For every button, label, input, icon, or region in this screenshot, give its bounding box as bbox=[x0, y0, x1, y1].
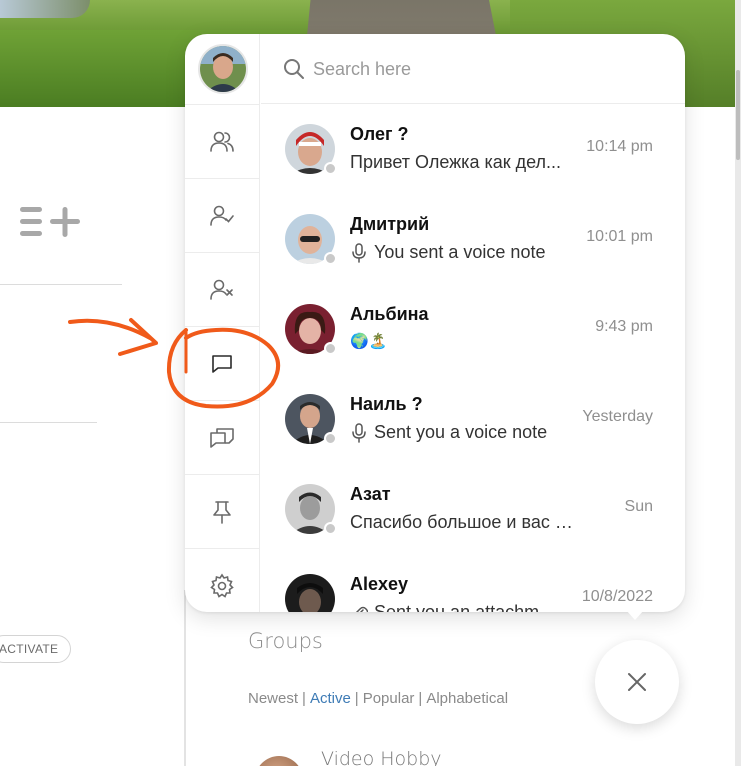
sidebar-item-pinned[interactable] bbox=[185, 474, 259, 548]
message-time: 9:43 pm bbox=[595, 318, 653, 335]
friends-blocked-icon bbox=[210, 279, 233, 300]
conversation-item[interactable]: Альбина 🌍🏝️ 9:43 pm bbox=[261, 284, 685, 374]
divider bbox=[0, 284, 122, 285]
page-scrollbar[interactable] bbox=[735, 0, 741, 766]
settings-icon bbox=[210, 573, 234, 598]
annotation-arrow bbox=[68, 318, 152, 340]
activate-button[interactable]: ACTIVATE bbox=[0, 635, 72, 663]
status-dot bbox=[324, 522, 337, 535]
group-name[interactable]: Video Hobby bbox=[321, 748, 442, 766]
contact-name: Альбина bbox=[350, 304, 429, 324]
message-time: Yesterday bbox=[582, 408, 653, 425]
column-divider bbox=[184, 590, 186, 766]
message-preview: Привет Олежка как дел... bbox=[350, 152, 562, 172]
sidebar-item-friends[interactable] bbox=[185, 104, 259, 178]
message-time: 10:14 pm bbox=[586, 138, 653, 155]
filter-popular[interactable]: Popular bbox=[363, 690, 415, 707]
contact-name: Наиль ? bbox=[350, 394, 423, 414]
contact-name: Дмитрий bbox=[350, 214, 430, 234]
my-avatar[interactable] bbox=[198, 44, 248, 94]
message-preview: Спасибо большое и вас с Но... bbox=[350, 512, 575, 532]
sidebar-item-friends-accepted[interactable] bbox=[185, 178, 259, 252]
attachment-icon bbox=[355, 606, 368, 612]
search-icon bbox=[284, 59, 304, 79]
contact-avatar bbox=[285, 574, 335, 612]
filter-active[interactable]: Active bbox=[310, 690, 351, 707]
friends-accepted-icon bbox=[210, 205, 234, 226]
divider bbox=[0, 422, 97, 423]
group-chats-icon bbox=[210, 427, 234, 448]
pin-icon bbox=[213, 500, 231, 524]
sidebar-item-friends-blocked[interactable] bbox=[185, 252, 259, 326]
status-dot bbox=[324, 162, 337, 175]
group-avatar bbox=[255, 756, 303, 766]
sidebar-item-group-chats[interactable] bbox=[185, 400, 259, 474]
filter-alphabetical[interactable]: Alphabetical bbox=[426, 690, 508, 707]
close-messenger-button[interactable] bbox=[595, 640, 679, 724]
contact-name: Alexey bbox=[350, 574, 409, 594]
annotation-arrowhead bbox=[118, 318, 158, 356]
message-time: Sun bbox=[624, 498, 653, 515]
groups-filter-bar: Newest | Active | Popular | Alphabetical bbox=[248, 690, 509, 707]
panel-pointer bbox=[626, 610, 644, 620]
filter-newest[interactable]: Newest bbox=[248, 690, 298, 707]
conversation-item[interactable]: Alexey Sent you an attachm... 10/8/2022 bbox=[261, 554, 685, 612]
conversation-item[interactable]: Олег ? Привет Олежка как дел... 10:14 pm bbox=[261, 104, 685, 194]
conversation-item[interactable]: Наиль ? Sent you a voice note Yesterday bbox=[261, 374, 685, 464]
message-time: 10:01 pm bbox=[586, 228, 653, 245]
message-preview: Sent you a voice note bbox=[350, 422, 575, 443]
messages-icon bbox=[212, 354, 232, 373]
conversation-item[interactable]: Дмитрий You sent a voice note 10:01 pm bbox=[261, 194, 685, 284]
status-dot bbox=[324, 432, 337, 445]
message-preview: Sent you an attachm... bbox=[350, 602, 575, 612]
message-preview: 🌍🏝️ bbox=[350, 333, 388, 350]
groups-heading: Groups bbox=[248, 629, 323, 653]
messenger-sidebar bbox=[185, 34, 260, 612]
messenger-panel: Олег ? Привет Олежка как дел... 10:14 pm… bbox=[185, 34, 685, 612]
contact-name: Азат bbox=[350, 484, 391, 504]
microphone-icon bbox=[352, 242, 366, 263]
sidebar-item-settings[interactable] bbox=[185, 548, 259, 612]
microphone-icon bbox=[352, 422, 366, 443]
sidebar-item-messages[interactable] bbox=[185, 326, 259, 400]
status-dot bbox=[324, 342, 337, 355]
message-preview: You sent a voice note bbox=[350, 242, 575, 263]
friends-icon bbox=[210, 131, 234, 152]
search-input[interactable] bbox=[313, 54, 653, 84]
status-dot bbox=[324, 252, 337, 265]
add-to-list-icon[interactable] bbox=[20, 204, 82, 240]
message-time: 10/8/2022 bbox=[581, 588, 653, 605]
conversation-list[interactable]: Олег ? Привет Олежка как дел... 10:14 pm… bbox=[261, 104, 685, 612]
contact-name: Олег ? bbox=[350, 124, 409, 144]
close-icon bbox=[628, 673, 646, 691]
conversation-item[interactable]: Азат Спасибо большое и вас с Но... Sun bbox=[261, 464, 685, 554]
search-bar bbox=[261, 34, 685, 104]
